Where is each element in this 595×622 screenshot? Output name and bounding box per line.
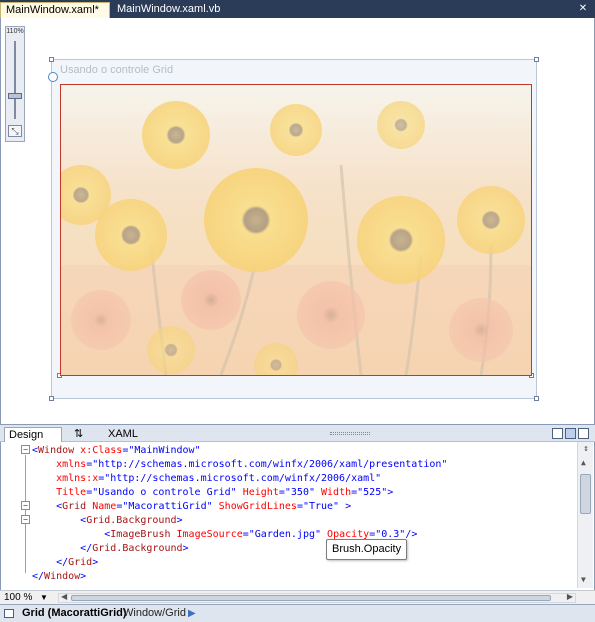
- code-token: ImageBrush: [110, 529, 171, 540]
- code-token: Height: [236, 487, 279, 498]
- code-line-6[interactable]: <Grid.Background>: [32, 514, 183, 528]
- breadcrumb-arrow-icon[interactable]: ▶: [188, 605, 196, 622]
- code-token: </: [32, 557, 69, 568]
- tab-xaml[interactable]: XAML: [104, 427, 158, 442]
- swap-panes-icon[interactable]: ⇅: [70, 427, 92, 442]
- resize-handle-top-right[interactable]: [534, 57, 539, 62]
- resize-handle-bottom-right[interactable]: [534, 396, 539, 401]
- code-line-10[interactable]: </Window>: [32, 570, 86, 584]
- intellisense-tooltip: Brush.Opacity: [326, 539, 408, 560]
- vertical-scroll-thumb[interactable]: [580, 474, 591, 514]
- code-token: Window: [44, 571, 81, 582]
- code-token: Grid.Background: [92, 543, 183, 554]
- collapse-grid-icon[interactable]: −: [21, 501, 30, 510]
- chevron-down-icon[interactable]: ▼: [40, 591, 48, 604]
- code-token: <: [32, 501, 63, 512]
- horizontal-split-icon[interactable]: [565, 428, 576, 439]
- selected-element-label[interactable]: Grid (MacorattiGrid): [22, 605, 127, 622]
- tab-design[interactable]: Design: [4, 427, 62, 442]
- code-token: Grid: [68, 557, 93, 568]
- collapse-grid-background-icon[interactable]: −: [21, 515, 30, 524]
- code-line-8[interactable]: </Grid.Background>: [32, 542, 189, 556]
- code-token: ="http://schemas.microsoft.com/winfx/200…: [98, 473, 382, 484]
- code-token: ="525": [351, 487, 388, 498]
- code-token: />: [405, 529, 418, 540]
- horizontal-scrollbar[interactable]: ◀ ▶: [58, 592, 576, 603]
- code-token: ="True": [296, 501, 340, 512]
- horizontal-scroll-thumb[interactable]: [71, 595, 551, 601]
- resize-handle-bottom-left[interactable]: [49, 396, 54, 401]
- zoom-track[interactable]: [14, 41, 16, 119]
- tab-mainwindow-xaml[interactable]: MainWindow.xaml*: [0, 2, 110, 18]
- code-token: ="MacorattiGrid": [116, 501, 213, 512]
- code-token: ="http://schemas.microsoft.com/winfx/200…: [86, 459, 448, 470]
- code-line-4[interactable]: Title="Usando o controle Grid" Height="3…: [32, 486, 393, 500]
- xaml-code-editor[interactable]: − − − <Window x:Class="MainWindow" xmlns…: [0, 442, 595, 590]
- code-token: </: [32, 543, 93, 554]
- code-token: ="350": [278, 487, 315, 498]
- code-token: ShowGridLines: [212, 501, 297, 512]
- zoom-level-label: 110%: [6, 28, 24, 35]
- move-handle-icon[interactable]: [48, 72, 58, 82]
- code-token: >: [387, 487, 394, 498]
- scroll-left-arrow-icon[interactable]: ◀: [61, 592, 67, 601]
- grid-element-icon: [4, 609, 14, 618]
- code-token: Title: [32, 487, 87, 498]
- splitter-grip[interactable]: [330, 432, 370, 435]
- breadcrumb[interactable]: Window/Grid: [123, 605, 186, 622]
- code-token: Name: [86, 501, 117, 512]
- scroll-up-arrow-icon[interactable]: ▲: [581, 458, 586, 467]
- scroll-down-arrow-icon[interactable]: ▼: [581, 575, 586, 584]
- close-icon[interactable]: ✕: [577, 3, 589, 15]
- outline-margin: − − −: [1, 442, 30, 590]
- code-token: xmlns:x: [32, 473, 99, 484]
- document-tab-strip: MainWindow.xaml* MainWindow.xaml.vb ✕: [0, 0, 595, 18]
- code-token: Grid: [62, 501, 87, 512]
- tab-mainwindow-xaml-vb[interactable]: MainWindow.xaml.vb: [112, 2, 222, 18]
- code-line-3[interactable]: xmlns:x="http://schemas.microsoft.com/wi…: [32, 472, 381, 486]
- zoom-fit-icon[interactable]: ⤡: [8, 125, 22, 137]
- resize-handle-top-left[interactable]: [49, 57, 54, 62]
- code-token: <: [32, 529, 111, 540]
- fold-guide: [25, 455, 26, 573]
- code-token: xmlns: [32, 459, 87, 470]
- code-token: x:Class: [74, 445, 123, 456]
- code-token: <: [32, 515, 87, 526]
- code-token: >: [80, 571, 87, 582]
- code-token: >: [339, 501, 352, 512]
- editor-zoom-select[interactable]: 100 %: [4, 591, 32, 604]
- status-bar: Grid (MacorattiGrid) Window/Grid ▶: [0, 604, 595, 622]
- zoom-thumb[interactable]: [8, 93, 22, 99]
- designer-surface[interactable]: 110% ⤡ Usando o controle Grid: [0, 18, 595, 424]
- garden-background-image: [61, 85, 531, 375]
- code-token: >: [176, 515, 183, 526]
- code-token: >: [92, 557, 99, 568]
- editor-zoom-bar: 100 % ▼ ◀ ▶: [0, 590, 595, 604]
- code-token: Width: [314, 487, 352, 498]
- code-line-9[interactable]: </Grid>: [32, 556, 98, 570]
- code-token: >: [182, 543, 189, 554]
- collapse-window-icon[interactable]: −: [21, 445, 30, 454]
- vertical-scrollbar[interactable]: ⇕ ▲ ▼: [577, 442, 593, 588]
- code-line-1[interactable]: <Window x:Class="MainWindow": [32, 444, 201, 458]
- grid-macorattigrid[interactable]: [60, 84, 532, 376]
- split-editor-icon[interactable]: ⇕: [581, 444, 591, 454]
- collapse-pane-icon[interactable]: [578, 428, 589, 439]
- code-token: ="Garden.jpg": [242, 529, 322, 540]
- vertical-split-icon[interactable]: [552, 428, 563, 439]
- code-token: ImageSource: [170, 529, 243, 540]
- view-split-bar: Design ⇅ XAML: [0, 424, 595, 442]
- code-token: </: [32, 571, 45, 582]
- code-token: Window: [38, 445, 75, 456]
- code-token: Grid.Background: [86, 515, 177, 526]
- zoom-slider[interactable]: 110% ⤡: [5, 26, 25, 142]
- scroll-right-arrow-icon[interactable]: ▶: [567, 592, 573, 601]
- code-token: ="MainWindow": [122, 445, 201, 456]
- code-line-2[interactable]: xmlns="http://schemas.microsoft.com/winf…: [32, 458, 447, 472]
- window-title: Usando o controle Grid: [60, 64, 174, 76]
- code-line-5[interactable]: <Grid Name="MacorattiGrid" ShowGridLines…: [32, 500, 351, 514]
- code-token: ="Usando o controle Grid": [86, 487, 237, 498]
